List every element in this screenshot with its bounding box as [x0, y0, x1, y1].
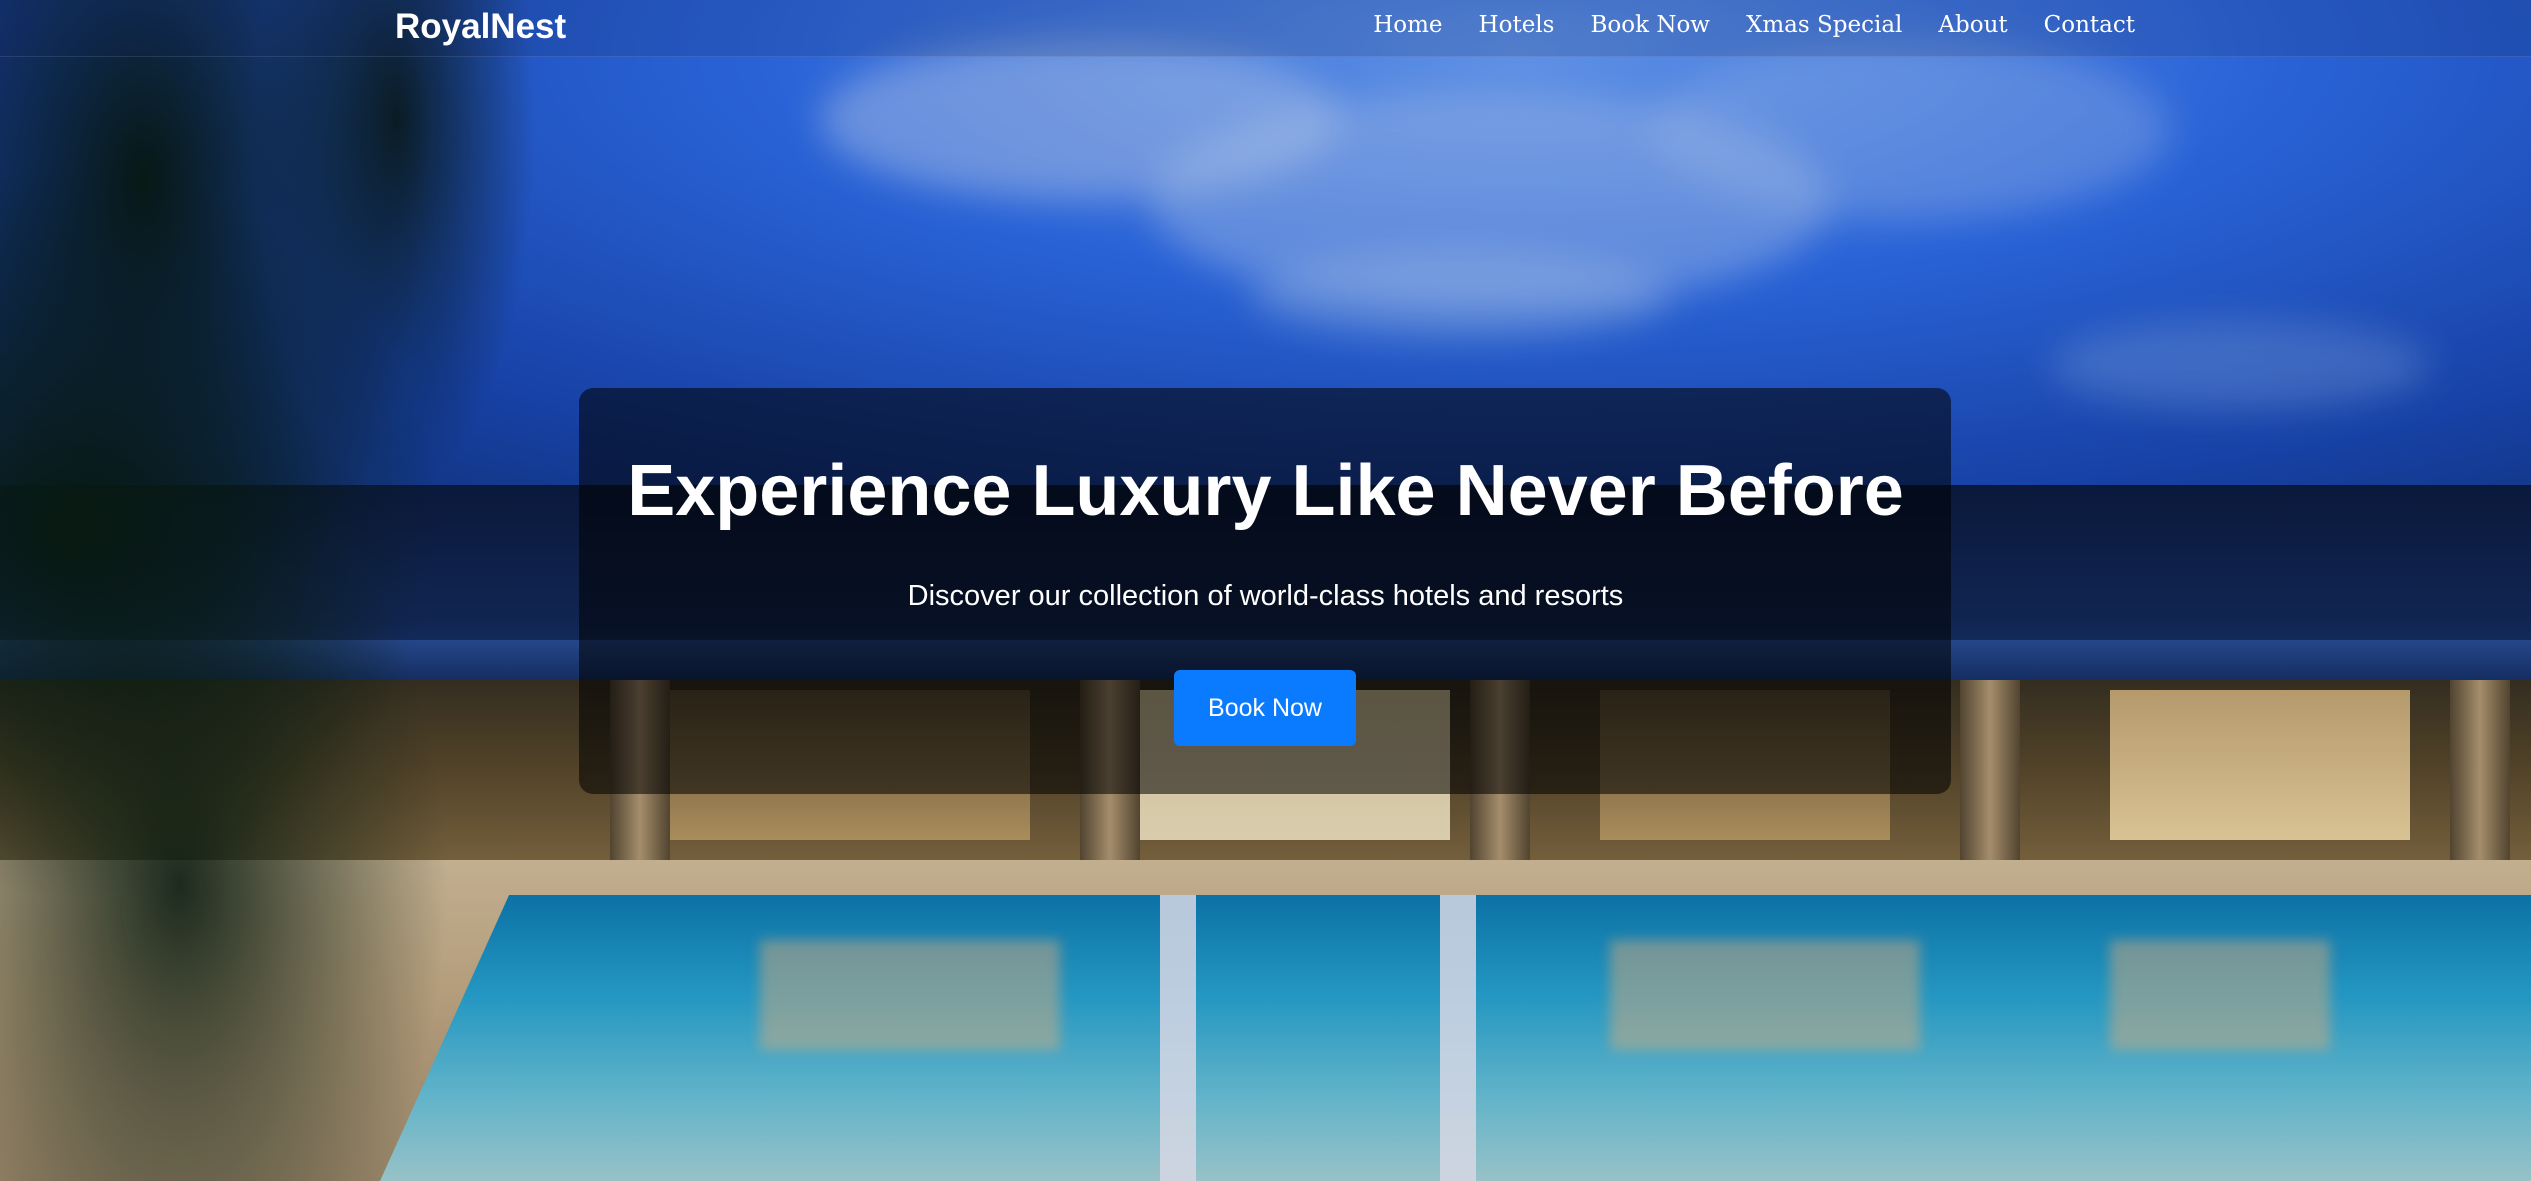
nav-links: Home Hotels Book Now Xmas Special About …: [1373, 12, 2135, 38]
nav-item-hotels: Hotels: [1479, 12, 1555, 38]
nav-item-contact: Contact: [2044, 12, 2135, 38]
nav-item-home: Home: [1373, 12, 1442, 38]
nav-item-xmas-special: Xmas Special: [1746, 12, 1902, 38]
nav-link-book-now[interactable]: Book Now: [1590, 12, 1710, 38]
nav-link-hotels[interactable]: Hotels: [1479, 12, 1555, 38]
nav-link-contact[interactable]: Contact: [2044, 12, 2135, 38]
hero-section: RoyalNest Home Hotels Book Now Xmas Spec…: [0, 0, 2531, 1181]
brand-logo[interactable]: RoyalNest: [395, 7, 566, 47]
nav-link-about[interactable]: About: [1938, 12, 2007, 38]
nav-item-about: About: [1938, 12, 2007, 38]
nav-link-home[interactable]: Home: [1373, 12, 1442, 38]
hero-subtitle: Discover our collection of world-class h…: [907, 580, 1624, 612]
hero-title: Experience Luxury Like Never Before: [627, 451, 1904, 531]
navbar: RoyalNest Home Hotels Book Now Xmas Spec…: [0, 0, 2531, 57]
nav-item-book-now: Book Now: [1590, 12, 1710, 38]
nav-link-xmas-special[interactable]: Xmas Special: [1746, 12, 1902, 38]
book-now-button[interactable]: Book Now: [1174, 670, 1356, 746]
